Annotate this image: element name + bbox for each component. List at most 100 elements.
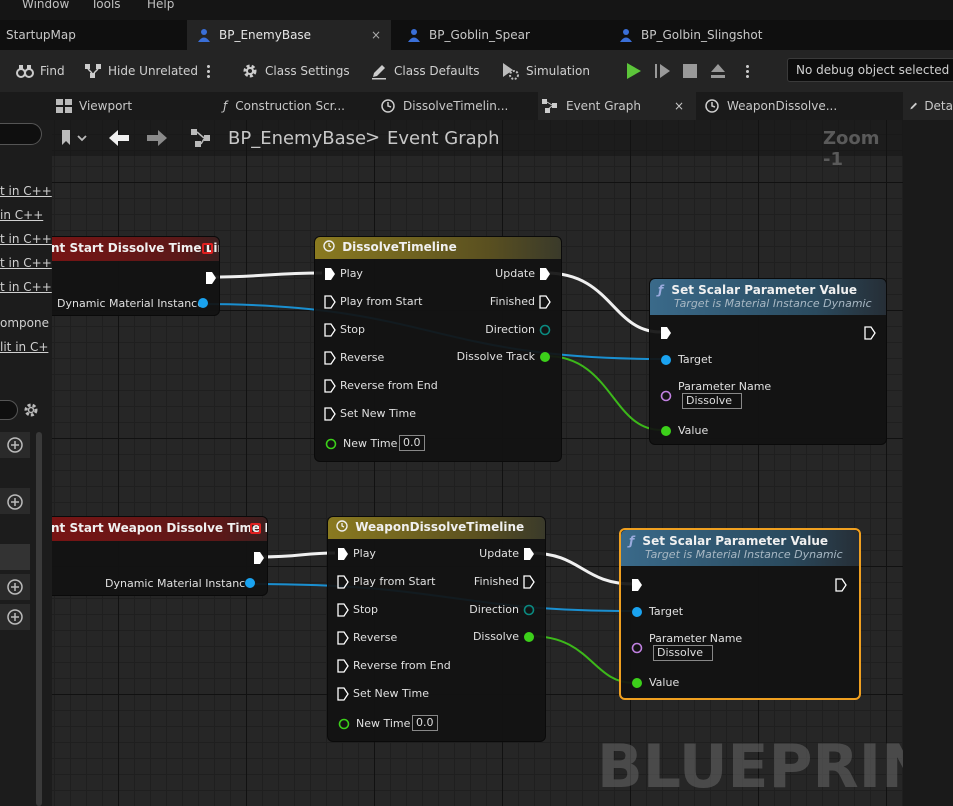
tab-bp-golbin-slingshot[interactable]: BP_Golbin_Slingshot [609,20,809,50]
exec-pin-icon[interactable] [253,551,265,565]
tab-dissolve-timeline[interactable]: DissolveTimelin... [381,92,508,120]
selected-row[interactable] [0,544,30,570]
list-item[interactable]: in C++ [0,208,43,222]
find-button[interactable]: Find [16,61,65,81]
exec-pin-icon[interactable] [337,547,349,561]
list-item[interactable]: t in C++ [0,280,52,294]
add-icon[interactable] [7,609,23,625]
exec-pin-icon[interactable] [337,687,349,701]
step-icon[interactable] [654,62,672,80]
simulation-button[interactable]: Simulation [500,61,590,81]
set-scalar-parameter-node[interactable]: ƒ Set Scalar Parameter Value Target is M… [649,278,887,445]
class-defaults-button[interactable]: Class Defaults [370,61,479,81]
close-tab-icon[interactable]: × [371,28,381,42]
exec-pin-icon[interactable] [324,323,336,337]
exec-pin-icon[interactable] [660,326,672,340]
tab-label: Construction Scr... [235,99,345,113]
exec-pin-icon[interactable] [337,631,349,645]
exec-pin-icon[interactable] [864,326,876,340]
list-item[interactable]: t in C++ [0,256,52,270]
list-item[interactable]: t in C++ [0,232,52,246]
tab-details[interactable]: Deta [903,92,953,120]
play-icon[interactable] [625,62,643,80]
exec-pin-icon[interactable] [337,603,349,617]
parameter-name-input[interactable]: Dissolve [653,645,713,661]
add-icon[interactable] [7,579,23,595]
tab-construction-script[interactable]: ƒ Construction Scr... [223,92,345,120]
pin-label: Direction [485,323,535,336]
menu-window[interactable]: Window [22,0,69,11]
exec-pin-icon[interactable] [539,267,551,281]
exec-pin-icon[interactable] [205,271,217,285]
name-pin-icon[interactable] [631,642,643,654]
node-title: Set Scalar Parameter Value [642,534,828,548]
object-pin-icon[interactable] [244,577,256,589]
exec-pin-icon[interactable] [324,379,336,393]
exec-pin-icon[interactable] [523,575,535,589]
node-header: DissolveTimeline [315,237,561,259]
exec-pin-icon[interactable] [631,578,643,592]
menu-help[interactable]: Help [147,0,174,11]
object-pin-icon[interactable] [197,297,209,309]
eject-icon[interactable] [709,62,727,80]
set-scalar-parameter-node-selected[interactable]: ƒ Set Scalar Parameter Value Target is M… [619,528,861,700]
more-options-icon[interactable] [207,64,210,78]
pin-label: Update [495,267,535,280]
class-settings-button[interactable]: Class Settings [241,61,350,81]
hide-unrelated-button[interactable]: Hide Unrelated [84,61,198,81]
float-pin-icon[interactable] [325,438,337,450]
exec-pin-icon[interactable] [337,575,349,589]
list-item[interactable]: ompone [0,316,49,330]
exec-pin-icon[interactable] [337,659,349,673]
tab-viewport[interactable]: Viewport [56,92,132,120]
enum-pin-icon[interactable] [523,604,535,616]
exec-pin-icon[interactable] [324,267,336,281]
close-tab-icon[interactable]: × [674,99,684,113]
exec-pin-icon[interactable] [324,295,336,309]
pin-label: Dynamic Material Instance [57,297,204,310]
filter-input[interactable] [0,400,18,420]
tab-weapon-dissolve[interactable]: WeaponDissolve... [705,92,837,120]
exec-pin-icon[interactable] [835,578,847,592]
menu-tools[interactable]: Tools [91,0,121,11]
enum-pin-icon[interactable] [539,324,551,336]
timeline-node-dissolve[interactable]: DissolveTimeline Play Play from Start St… [314,236,562,462]
float-pin-icon[interactable] [338,718,350,730]
new-time-input[interactable]: 0.0 [412,715,438,731]
tab-event-graph[interactable]: Event Graph × [538,92,696,120]
search-input[interactable] [0,123,42,145]
object-pin-icon[interactable] [631,606,643,618]
timeline-node-weapon-dissolve[interactable]: WeaponDissolveTimeline Play Play from St… [327,516,546,742]
class-defaults-label: Class Defaults [394,64,480,78]
play-options-icon[interactable] [746,64,749,78]
scrollbar[interactable] [36,432,42,806]
list-item[interactable]: t in C++ [0,184,52,198]
add-icon[interactable] [7,437,23,453]
event-delegate-icon[interactable] [202,243,213,254]
event-node-dissolve[interactable]: nt Start Dissolve Time Line Dynamic Mate… [52,236,220,316]
pin-label: Reverse from End [340,379,438,392]
float-pin-icon[interactable] [523,631,535,643]
gear-icon[interactable] [22,401,40,419]
exec-pin-icon[interactable] [523,547,535,561]
exec-pin-icon[interactable] [324,351,336,365]
stop-icon[interactable] [682,63,698,79]
float-pin-icon[interactable] [539,351,551,363]
event-node-weapon-dissolve[interactable]: nt Start Weapon Dissolve Time Line Dynam… [52,516,268,596]
new-time-input[interactable]: 0.0 [399,435,425,451]
add-icon[interactable] [7,494,23,510]
debug-object-select[interactable]: No debug object selected [787,58,953,82]
exec-pin-icon[interactable] [539,295,551,309]
exec-pin-icon[interactable] [324,407,336,421]
float-pin-icon[interactable] [660,425,672,437]
object-pin-icon[interactable] [660,354,672,366]
parameter-name-input[interactable]: Dissolve [682,393,742,409]
tab-bp-goblin-spear[interactable]: BP_Goblin_Spear [397,20,607,50]
event-delegate-icon[interactable] [250,523,261,534]
event-graph-canvas[interactable]: BP_EnemyBase > Event Graph Zoom -1 nt St… [52,120,903,806]
name-pin-icon[interactable] [660,390,672,402]
tab-bp-enemybase[interactable]: BP_EnemyBase × [187,20,391,50]
tab-startupmap[interactable]: StartupMap [0,20,185,50]
list-item[interactable]: lit in C+ [0,340,48,354]
float-pin-icon[interactable] [631,677,643,689]
